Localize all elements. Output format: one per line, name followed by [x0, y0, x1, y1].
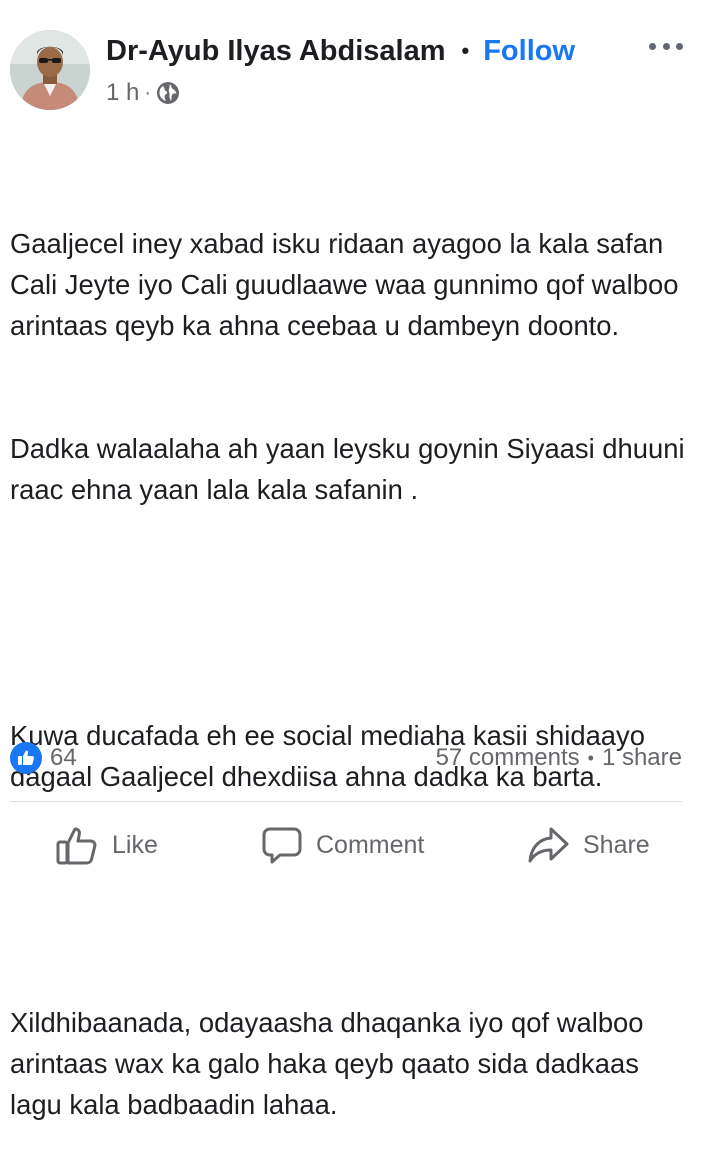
like-icon	[56, 827, 97, 865]
post-time[interactable]: 1 h	[106, 79, 139, 107]
post-header: Dr-Ayub Ilyas Abdisalam • Follow 1 h ·	[0, 0, 705, 120]
post-stats: 64 57 comments • 1 share	[10, 738, 682, 778]
comment-label: Comment	[316, 830, 425, 859]
engagement-counts: 57 comments • 1 share	[436, 744, 682, 772]
share-button[interactable]: Share	[527, 822, 650, 868]
post-paragraph-blank	[10, 879, 690, 920]
more-options-icon[interactable]	[649, 36, 683, 56]
name-separator: •	[461, 38, 470, 63]
shares-count[interactable]: 1 share	[602, 744, 682, 772]
like-button[interactable]: Like	[56, 822, 158, 868]
more-dot	[676, 42, 683, 50]
more-dot	[649, 42, 656, 50]
comments-count[interactable]: 57 comments	[436, 744, 580, 772]
post-paragraph: Dadka walaalaha ah yaan leysku goynin Si…	[10, 433, 693, 505]
avatar[interactable]	[10, 30, 90, 110]
like-label: Like	[112, 830, 158, 859]
share-label: Share	[583, 830, 650, 859]
meta-separator: ·	[144, 81, 152, 104]
post-body: Gaaljecel iney xabad isku ridaan ayagoo …	[10, 141, 690, 1166]
action-bar: Like Comment Share	[0, 822, 705, 868]
thumbs-up-icon	[18, 750, 34, 765]
post-paragraph: Xildhibaanada, odayaasha dhaqanka iyo qo…	[10, 1007, 652, 1120]
globe-icon	[157, 82, 180, 104]
more-dot	[662, 42, 670, 50]
reaction-count: 64	[50, 744, 77, 771]
avatar-image	[10, 30, 90, 110]
reactions-summary[interactable]: 64	[10, 742, 77, 774]
divider	[10, 801, 682, 802]
author-name[interactable]: Dr-Ayub Ilyas Abdisalam	[106, 35, 446, 68]
post-paragraph: Gaaljecel iney xabad isku ridaan ayagoo …	[10, 228, 687, 341]
comment-icon	[262, 827, 302, 864]
counts-separator: •	[587, 747, 594, 768]
like-reaction-icon	[10, 742, 42, 774]
share-icon	[528, 827, 569, 863]
author-row: Dr-Ayub Ilyas Abdisalam • Follow	[106, 30, 575, 72]
post-paragraph-blank	[10, 592, 690, 633]
post-meta: 1 h ·	[106, 77, 180, 109]
follow-button[interactable]: Follow	[483, 35, 575, 68]
comment-button[interactable]: Comment	[262, 822, 424, 868]
